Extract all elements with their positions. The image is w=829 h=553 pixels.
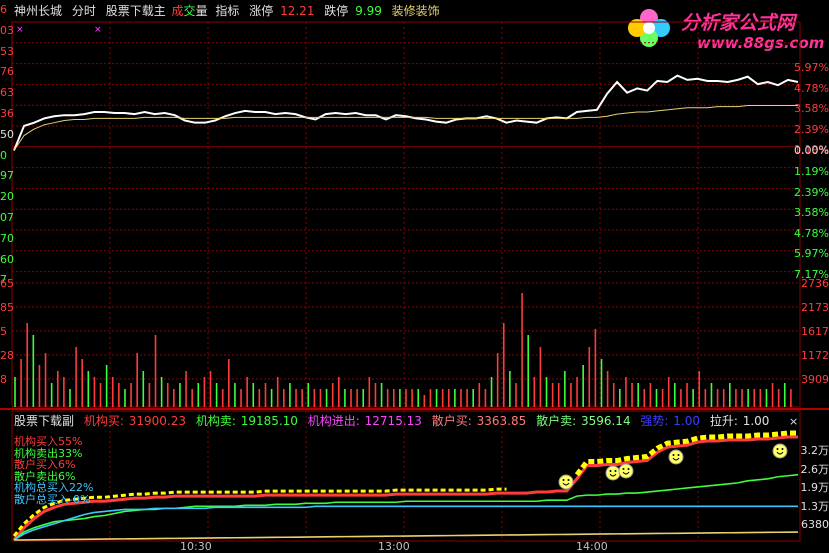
pull-value: 1.00 <box>743 414 770 428</box>
time-axis-label: 10:30 <box>180 540 212 553</box>
sub-legend: 机构买入55% 机构卖出33% 散户买入6% 散户卖出6% 机构总买入22% 散… <box>14 436 93 505</box>
inst-net-label: 机构进出: <box>308 414 360 428</box>
axis-tick-label: 85 <box>0 302 14 313</box>
axis-tick-label: 0 <box>0 150 7 161</box>
sub-title[interactable]: 股票下载副 <box>14 414 74 428</box>
axis-tick-label: 1.9万 <box>801 482 829 493</box>
axis-tick-label: 2173 <box>801 302 829 313</box>
legend-item: 机构买入55% <box>14 436 93 448</box>
retail-buy-value: 3363.85 <box>477 414 527 428</box>
smiley-icon <box>559 475 573 489</box>
price-line <box>14 76 798 151</box>
axis-tick-label: 1172 <box>801 350 829 361</box>
axis-tick-label: 0.00% <box>794 145 829 156</box>
legend-item: 散户总买入-0% <box>14 494 93 506</box>
inst-net-value: 12715.13 <box>365 414 422 428</box>
time-axis-label: 14:00 <box>576 540 608 553</box>
axis-tick-label: 76 <box>0 66 14 77</box>
inst-buy-label: 机构买: <box>84 414 124 428</box>
retail-sell-value: 3596.14 <box>581 414 631 428</box>
retail-sell-label: 散户卖: <box>536 414 576 428</box>
axis-tick-label: 1617 <box>801 326 829 337</box>
axis-tick-label: 3.58% <box>794 207 829 218</box>
smiley-icon <box>773 444 787 458</box>
sub-series-line <box>14 475 798 540</box>
axis-tick-label: 6380 <box>801 519 829 530</box>
smiley-icon <box>606 466 620 480</box>
axis-tick-label: 07 <box>0 212 14 223</box>
axis-tick-label: 97 <box>0 170 14 181</box>
legend-item: 散户买入6% <box>14 459 93 471</box>
axis-tick-label: 4.78% <box>794 228 829 239</box>
sub-series-line <box>14 532 798 540</box>
axis-tick-label: 3.58% <box>794 103 829 114</box>
axis-tick-label: 50 <box>0 129 14 140</box>
inst-buy-value: 31900.23 <box>129 414 186 428</box>
inst-sell-label: 机构卖: <box>196 414 236 428</box>
axis-tick-label: 2.6万 <box>801 464 829 475</box>
axis-tick-label: 3909 <box>801 374 829 385</box>
strength-value: 1.00 <box>673 414 700 428</box>
axis-tick-label: 63 <box>0 87 14 98</box>
axis-tick-label: 4.78% <box>794 83 829 94</box>
axis-tick-label: 5.97% <box>794 62 829 73</box>
time-axis-label: 13:00 <box>378 540 410 553</box>
axis-tick-label: 53 <box>0 46 14 57</box>
strength-label: 强势: <box>640 414 668 428</box>
axis-tick-label: 6 <box>0 4 7 15</box>
axis-tick-label: 5 <box>0 326 7 337</box>
legend-item: 机构总买入22% <box>14 482 93 494</box>
axis-tick-label: 2736 <box>801 278 829 289</box>
sub-panel-border <box>12 411 800 541</box>
intraday-chart[interactable]: × × × <box>0 0 829 551</box>
marker-x: × <box>94 25 102 35</box>
axis-tick-label: 36 <box>0 108 14 119</box>
inst-sell-value: 19185.10 <box>241 414 298 428</box>
retail-buy-label: 散户买: <box>432 414 472 428</box>
axis-tick-label: 1.3万 <box>801 501 829 512</box>
axis-tick-label: 5.97% <box>794 248 829 259</box>
avg-price-line <box>14 106 798 151</box>
axis-tick-label: 2.39% <box>794 124 829 135</box>
axis-tick-label: 1.19% <box>794 166 829 177</box>
axis-tick-label: 8 <box>0 374 7 385</box>
marker-x: × <box>16 25 24 35</box>
smiley-icon <box>669 450 683 464</box>
axis-tick-label: 28 <box>0 350 14 361</box>
axis-tick-label: 20 <box>0 191 14 202</box>
axis-tick-label: 60 <box>0 254 14 265</box>
axis-tick-label: 70 <box>0 233 14 244</box>
axis-tick-label: 65 <box>0 278 14 289</box>
close-icon[interactable]: × <box>789 415 798 428</box>
axis-tick-label: 3.2万 <box>801 445 829 456</box>
axis-tick-label: 2.39% <box>794 187 829 198</box>
pull-label: 拉升: <box>710 414 738 428</box>
smiley-icon <box>619 464 633 478</box>
main-panel-border <box>12 22 800 407</box>
axis-tick-label: 03 <box>0 25 14 36</box>
sub-indicator-header: 股票下载副 机构买: 31900.23 机构卖: 19185.10 机构进出: … <box>14 413 775 429</box>
